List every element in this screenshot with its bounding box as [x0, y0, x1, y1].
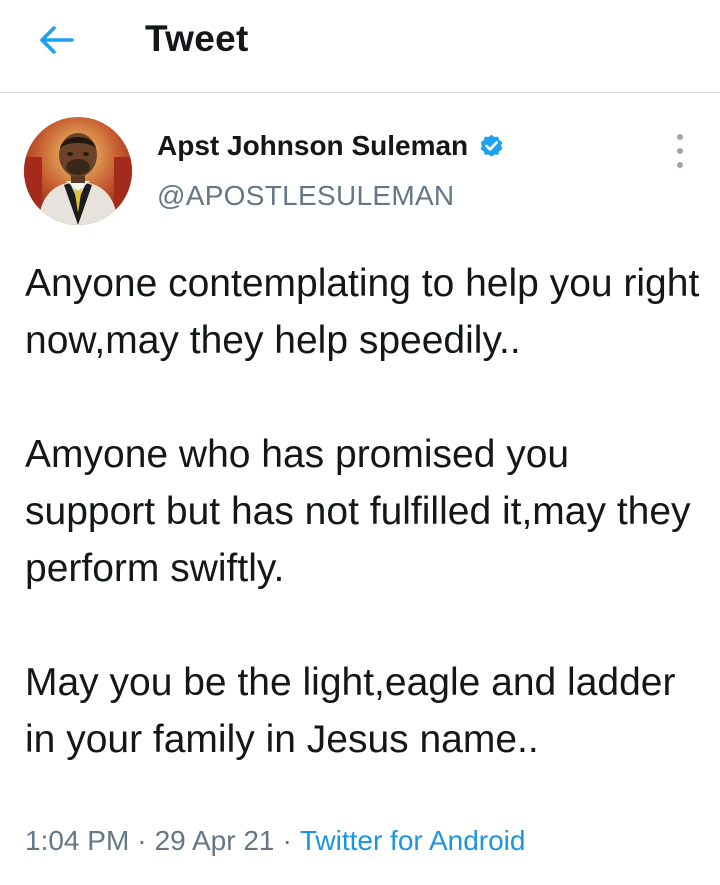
avatar-image: [24, 117, 132, 225]
tweet-source-link[interactable]: Twitter for Android: [300, 825, 526, 856]
page-title: Tweet: [145, 18, 249, 59]
more-options-button[interactable]: [668, 134, 692, 168]
author-name-row[interactable]: Apst Johnson Suleman: [157, 130, 505, 162]
tweet-paragraph: May you be the light,eagle and ladder in…: [25, 661, 676, 761]
meta-separator: ·: [137, 825, 147, 856]
author-name[interactable]: Apst Johnson Suleman: [157, 130, 468, 162]
tweet-time: 1:04 PM: [25, 825, 130, 856]
tweet-meta: 1:04 PM · 29 Apr 21 · Twitter for Android: [25, 825, 525, 857]
vertical-ellipsis-icon: [677, 162, 683, 168]
top-app-bar: Tweet: [0, 0, 720, 93]
tweet-paragraph: Anyone contemplating to help you right n…: [25, 262, 700, 362]
vertical-ellipsis-icon: [677, 134, 683, 140]
back-button[interactable]: [30, 20, 82, 60]
avatar[interactable]: [24, 117, 132, 225]
tweet-paragraph: Amyone who has promised you support but …: [25, 433, 691, 590]
vertical-ellipsis-icon: [677, 148, 683, 154]
verified-badge-icon: [480, 134, 503, 157]
tweet-date: 29 Apr 21: [154, 825, 275, 856]
meta-separator: ·: [282, 825, 292, 856]
tweet-text: Anyone contemplating to help you right n…: [25, 255, 705, 768]
arrow-left-icon: [40, 26, 74, 54]
author-handle[interactable]: @APOSTLESULEMAN: [157, 180, 454, 212]
